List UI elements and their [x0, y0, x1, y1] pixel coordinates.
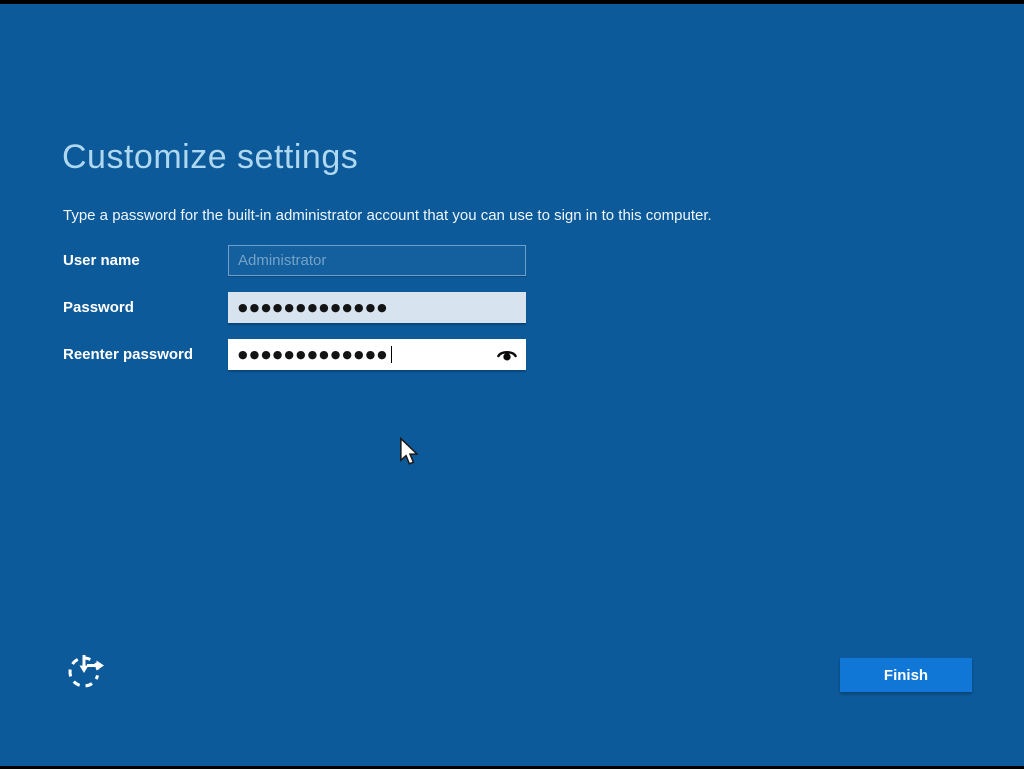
finish-button[interactable]: Finish [840, 658, 972, 692]
page-title: Customize settings [62, 138, 358, 177]
reenter-password-input[interactable]: ●●●●●●●●●●●●● [228, 339, 526, 370]
text-caret [391, 346, 392, 363]
reenter-password-label: Reenter password [63, 339, 223, 370]
password-label: Password [63, 292, 223, 323]
reenter-masked-value: ●●●●●●●●●●●●● [238, 339, 389, 370]
reveal-password-icon[interactable] [496, 347, 518, 362]
username-input[interactable] [228, 245, 526, 276]
letterbox-top [0, 0, 1024, 4]
oobe-customize-settings-screen: Customize settings Type a password for t… [0, 0, 1024, 769]
page-subtitle: Type a password for the built-in adminis… [63, 207, 712, 224]
password-input[interactable]: ●●●●●●●●●●●●● [228, 292, 526, 323]
password-masked-value: ●●●●●●●●●●●●● [238, 292, 389, 323]
mouse-cursor-icon [399, 437, 418, 466]
ease-of-access-icon [62, 647, 108, 693]
ease-of-access-button[interactable] [62, 647, 108, 693]
username-label: User name [63, 245, 223, 276]
